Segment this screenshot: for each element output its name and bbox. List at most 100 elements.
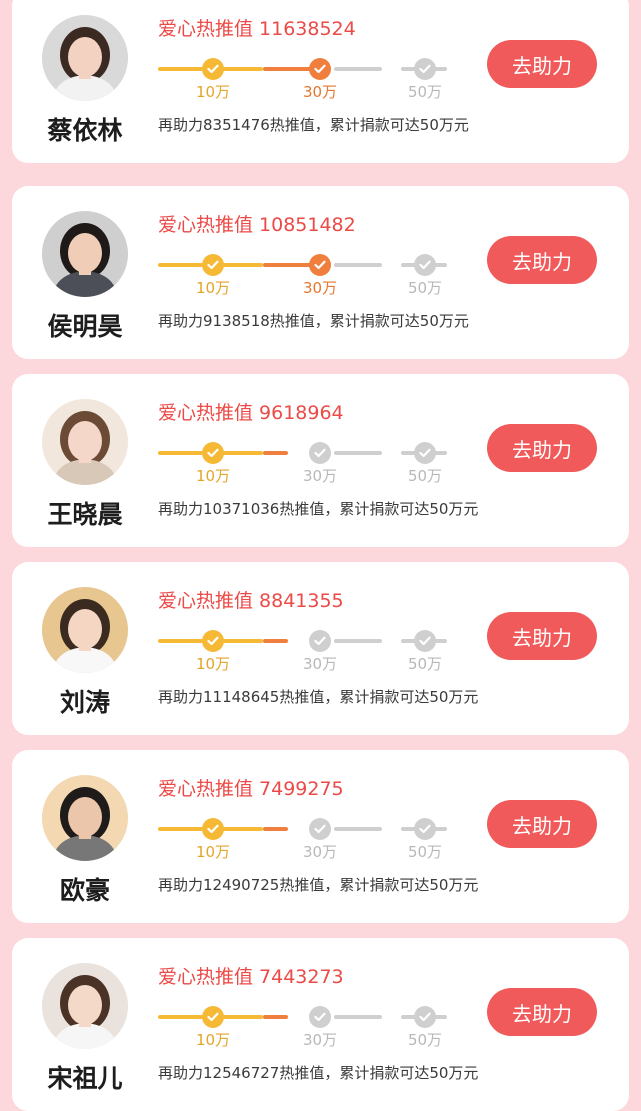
avatar-face (68, 421, 102, 461)
support-description: 再助力9138518热推值，累计捐款可达50万元 (158, 312, 469, 330)
milestone-check-icon (309, 254, 331, 276)
heat-label: 爱心热推值 (158, 778, 254, 800)
support-description: 再助力12546727热推值，累计捐款可达50万元 (158, 1064, 479, 1082)
heat-label: 爱心热推值 (158, 402, 254, 424)
heat-label: 爱心热推值 (158, 966, 254, 988)
support-button[interactable]: 去助力 (487, 236, 597, 284)
progress-segment (222, 639, 263, 643)
milestone-check-icon (414, 442, 436, 464)
milestone-label: 30万 (302, 843, 338, 861)
milestone-label: 30万 (302, 279, 338, 297)
support-button[interactable]: 去助力 (487, 424, 597, 472)
support-description: 再助力8351476热推值，累计捐款可达50万元 (158, 116, 469, 134)
celebrity-name: 宋祖儿 (47, 1064, 123, 1093)
milestone-progress: 10万 30万 50万 (158, 246, 458, 297)
milestone-label: 10万 (195, 279, 231, 297)
heat-value-line: 爱心热推值 10851482 (158, 210, 362, 237)
milestone-label: 30万 (302, 655, 338, 673)
progress-segment (158, 451, 203, 455)
milestone-label: 50万 (407, 467, 443, 485)
support-button[interactable]: 去助力 (487, 800, 597, 848)
heat-value-line: 爱心热推值 7443273 (158, 962, 350, 989)
milestone-check-icon (202, 818, 224, 840)
progress-segment (222, 67, 263, 71)
avatar[interactable] (42, 587, 128, 673)
milestone-check-icon (309, 442, 331, 464)
avatar-face (68, 797, 102, 837)
celebrity-name: 刘涛 (59, 688, 110, 717)
milestone-progress: 10万 30万 50万 (158, 434, 458, 485)
progress-segment (158, 67, 203, 71)
progress-segment (158, 827, 203, 831)
milestone-label: 50万 (407, 843, 443, 861)
milestone-label: 30万 (302, 467, 338, 485)
avatar-face (68, 37, 102, 77)
progress-segment (222, 451, 263, 455)
avatar[interactable] (42, 399, 128, 485)
milestone-check-icon (414, 818, 436, 840)
celebrity-name: 侯明昊 (47, 312, 123, 341)
progress-segment (222, 827, 263, 831)
milestone-check-icon (414, 630, 436, 652)
milestone-progress: 10万 30万 50万 (158, 50, 458, 101)
heat-value-line: 爱心热推值 8841355 (158, 586, 350, 613)
avatar-face (68, 609, 102, 649)
milestone-check-icon (414, 58, 436, 80)
milestone-check-icon (202, 1006, 224, 1028)
progress-segment (263, 1015, 288, 1019)
progress-segment (334, 67, 382, 71)
milestone-label: 10万 (195, 843, 231, 861)
milestone-check-icon (414, 254, 436, 276)
avatar[interactable] (42, 15, 128, 101)
progress-segment (334, 451, 382, 455)
progress-segment (334, 827, 382, 831)
milestone-check-icon (202, 58, 224, 80)
milestone-check-icon (202, 630, 224, 652)
progress-segment (263, 451, 288, 455)
progress-segment (222, 1015, 263, 1019)
milestone-check-icon (414, 1006, 436, 1028)
support-description: 再助力10371036热推值，累计捐款可达50万元 (158, 500, 479, 518)
support-description: 再助力11148645热推值，累计捐款可达50万元 (158, 688, 479, 706)
milestone-label: 10万 (195, 467, 231, 485)
celebrity-card: 刘涛 爱心热推值 8841355 10万 30万 50万 再助力11148645热… (12, 562, 629, 735)
milestone-label: 50万 (407, 1031, 443, 1049)
milestone-progress: 10万 30万 50万 (158, 998, 458, 1049)
support-button[interactable]: 去助力 (487, 988, 597, 1036)
avatar-face (68, 985, 102, 1025)
milestone-label: 50万 (407, 279, 443, 297)
support-button[interactable]: 去助力 (487, 40, 597, 88)
heat-label: 爱心热推值 (158, 18, 254, 40)
progress-segment (263, 827, 288, 831)
progress-segment (334, 1015, 382, 1019)
celebrity-card: 宋祖儿 爱心热推值 7443273 10万 30万 50万 再助力12546727… (12, 938, 629, 1111)
progress-segment (158, 1015, 203, 1019)
heat-value-line: 爱心热推值 7499275 (158, 774, 350, 801)
milestone-label: 50万 (407, 83, 443, 101)
celebrity-support-list: 蔡依林 爱心热推值 11638524 10万 30万 50万 再助力8351476… (0, 0, 641, 1111)
milestone-progress: 10万 30万 50万 (158, 810, 458, 861)
progress-segment (334, 263, 382, 267)
heat-value: 7443273 (259, 966, 344, 988)
celebrity-card: 侯明昊 爱心热推值 10851482 10万 30万 50万 再助力9138518… (12, 186, 629, 359)
milestone-check-icon (202, 254, 224, 276)
milestone-label: 30万 (302, 83, 338, 101)
heat-value: 10851482 (259, 214, 356, 236)
progress-segment (222, 263, 263, 267)
avatar[interactable] (42, 211, 128, 297)
milestone-label: 10万 (195, 83, 231, 101)
milestone-check-icon (309, 1006, 331, 1028)
progress-segment (334, 639, 382, 643)
milestone-check-icon (309, 58, 331, 80)
celebrity-card: 蔡依林 爱心热推值 11638524 10万 30万 50万 再助力8351476… (12, 0, 629, 163)
avatar[interactable] (42, 963, 128, 1049)
milestone-label: 50万 (407, 655, 443, 673)
celebrity-name: 欧豪 (59, 876, 110, 905)
milestone-check-icon (202, 442, 224, 464)
support-button[interactable]: 去助力 (487, 612, 597, 660)
milestone-label: 10万 (195, 1031, 231, 1049)
celebrity-name: 蔡依林 (47, 116, 123, 145)
avatar[interactable] (42, 775, 128, 861)
milestone-label: 30万 (302, 1031, 338, 1049)
milestone-check-icon (309, 630, 331, 652)
